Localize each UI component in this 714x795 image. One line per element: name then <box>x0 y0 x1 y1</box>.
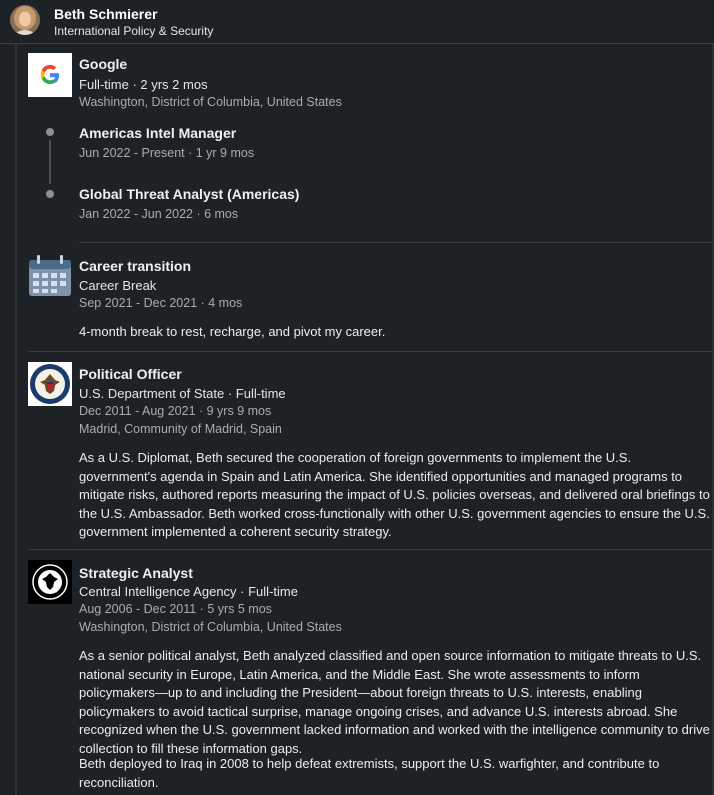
google-logo-icon[interactable] <box>28 53 72 97</box>
company-name[interactable]: Google <box>79 56 127 72</box>
description: 4-month break to rest, recharge, and piv… <box>79 324 386 339</box>
organization[interactable]: Central Intelligence Agency · Full-time <box>79 584 298 599</box>
avatar[interactable] <box>10 5 40 35</box>
timeline-dot <box>46 128 54 136</box>
dates: Sep 2021 - Dec 2021 · 4 mos <box>79 296 243 310</box>
calendar-icon <box>28 254 72 298</box>
role-title[interactable]: Americas Intel Manager <box>79 125 236 141</box>
break-type: Career Break <box>79 278 157 293</box>
experience-list: Google Full-time · 2 yrs 2 mos Washingto… <box>17 44 712 795</box>
location: Washington, District of Columbia, United… <box>79 620 342 634</box>
position-title[interactable]: Political Officer <box>79 366 182 382</box>
divider <box>28 351 712 352</box>
divider <box>28 549 712 550</box>
role-title[interactable]: Global Threat Analyst (Americas) <box>79 186 299 202</box>
profile-headline: International Policy & Security <box>54 24 214 38</box>
dates: Dec 2011 - Aug 2021 · 9 yrs 9 mos <box>79 404 272 418</box>
divider <box>79 242 712 243</box>
role-dates: Jun 2022 - Present · 1 yr 9 mos <box>79 146 255 160</box>
description-continued: Beth deployed to Iraq in 2008 to help de… <box>79 756 660 790</box>
timeline-line <box>49 140 51 184</box>
position-title[interactable]: Strategic Analyst <box>79 565 193 581</box>
dates: Aug 2006 - Dec 2011 · 5 yrs 5 mos <box>79 602 272 616</box>
state-department-seal-icon[interactable] <box>28 362 72 406</box>
employment-summary: Full-time · 2 yrs 2 mos <box>79 77 208 92</box>
cia-seal-icon[interactable] <box>28 560 72 604</box>
location: Madrid, Community of Madrid, Spain <box>79 422 282 436</box>
organization[interactable]: U.S. Department of State · Full-time <box>79 386 286 401</box>
description: As a senior political analyst, Beth anal… <box>79 648 710 756</box>
sticky-profile-header: Beth Schmierer International Policy & Se… <box>0 0 714 44</box>
profile-name[interactable]: Beth Schmierer <box>54 6 157 22</box>
location: Washington, District of Columbia, United… <box>79 95 342 109</box>
position-title[interactable]: Career transition <box>79 258 191 274</box>
role-dates: Jan 2022 - Jun 2022 · 6 mos <box>79 207 239 221</box>
timeline-dot <box>46 190 54 198</box>
description: As a U.S. Diplomat, Beth secured the coo… <box>79 450 710 539</box>
